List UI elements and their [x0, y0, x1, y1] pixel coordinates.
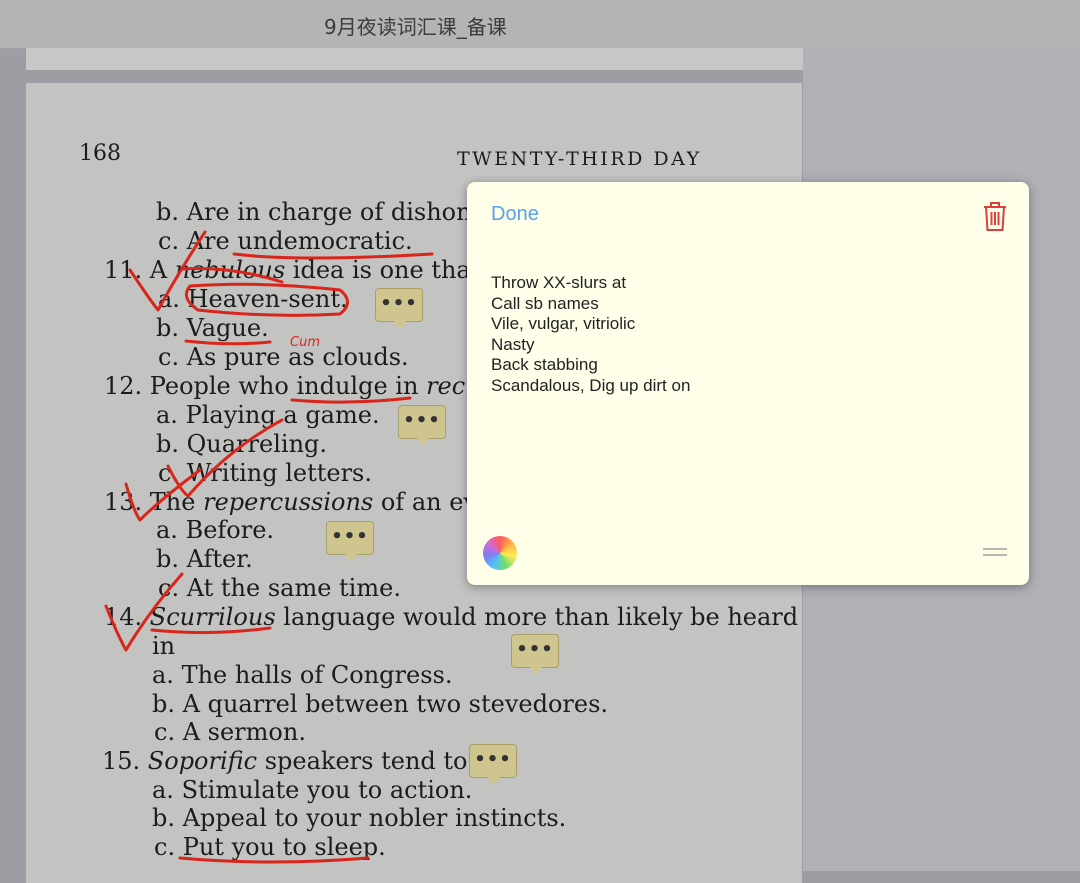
- text-line: b. A quarrel between two stevedores.: [152, 690, 609, 718]
- text-line: b. Are in charge of dishones: [156, 198, 499, 226]
- text-line: b. Appeal to your nobler instincts.: [152, 804, 567, 832]
- window-title: 9月夜读词汇课_备课: [324, 15, 507, 39]
- text-line: a. Stimulate you to action.: [152, 776, 473, 804]
- page-number: 168: [79, 141, 121, 166]
- text-line: in: [152, 632, 176, 660]
- note-line: Throw XX-slurs at: [491, 273, 627, 292]
- text-line: c. Are undemocratic.: [158, 227, 413, 255]
- note-line: Vile, vulgar, vitriolic: [491, 314, 636, 334]
- done-button[interactable]: Done: [491, 203, 539, 226]
- note-line: Scandalous, Dig up dirt on: [491, 375, 691, 395]
- comment-bubble-icon[interactable]: •••: [469, 744, 517, 785]
- comment-bubble-icon[interactable]: •••: [511, 634, 559, 675]
- trash-icon[interactable]: [981, 200, 1009, 232]
- comment-bubble-icon[interactable]: •••: [326, 521, 374, 562]
- previous-page-edge: [26, 48, 803, 70]
- note-line: Back stabbing: [491, 355, 598, 375]
- note-line: Nasty: [491, 334, 535, 354]
- text-line: a. Heaven-sent.: [158, 285, 348, 313]
- text-line: b. Quarreling.: [156, 430, 328, 458]
- color-wheel-icon[interactable]: [483, 536, 517, 570]
- note-text[interactable]: Throw XX-slurs at Call sb names Vile, vu…: [491, 273, 690, 397]
- text-line: c. Writing letters.: [158, 459, 372, 487]
- running-header: TWENTY-THIRD DAY: [457, 148, 702, 170]
- note-popup: Done Throw XX-slurs at Call sb names Vil…: [467, 182, 1029, 585]
- text-line: 14. Scurrilous language would more than …: [104, 603, 799, 631]
- comment-bubble-icon[interactable]: •••: [398, 405, 446, 446]
- title-bar: 9月夜读词汇课_备课: [0, 0, 1080, 49]
- text-line: a. The halls of Congress.: [152, 661, 453, 689]
- text-line: c. At the same time.: [158, 574, 401, 602]
- text-line: c. A sermon.: [154, 718, 306, 746]
- text-line: a. Playing a game.: [156, 401, 380, 429]
- text-line: b. Vague.: [156, 314, 269, 342]
- text-line: c. Put you to sleep.: [154, 833, 386, 861]
- comment-bubble-icon[interactable]: •••: [375, 288, 423, 329]
- text-line: a. Before.: [156, 516, 275, 544]
- drag-handle-icon[interactable]: [983, 548, 1007, 558]
- text-line: 12. People who indulge in recri: [104, 372, 485, 400]
- text-line: b. After.: [156, 545, 253, 573]
- note-line: Call sb names: [491, 293, 599, 313]
- text-line: c. As pure as clouds.: [158, 343, 409, 371]
- text-line: 15. Soporific speakers tend to: [102, 747, 468, 775]
- text-line: 11. A nebulous idea is one that i: [104, 256, 496, 284]
- text-line: 13. The repercussions of an eve: [104, 488, 492, 516]
